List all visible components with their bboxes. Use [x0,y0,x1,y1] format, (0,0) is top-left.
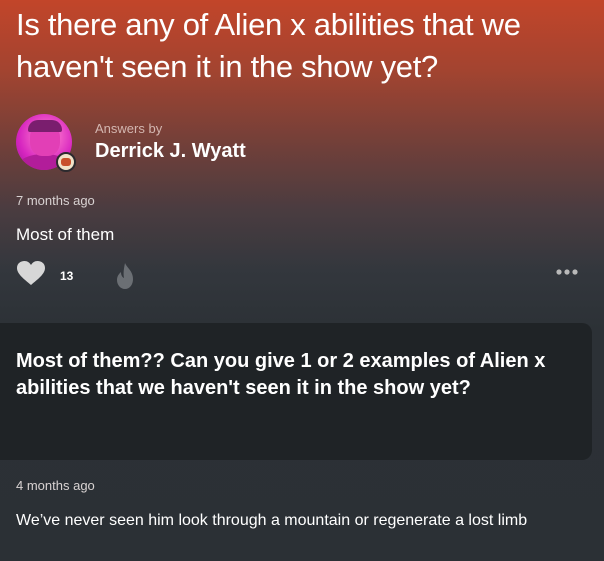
fire-icon [117,263,133,289]
answer-text: Most of them [16,225,115,244]
reply-timestamp: 4 months ago [16,478,95,493]
reply-text: We’ve never seen him look through a moun… [16,512,528,529]
verified-badge-icon [56,152,76,172]
heart-icon [17,261,45,285]
answerer-name[interactable]: Derrick J. Wyatt [95,140,246,163]
answer-timestamp: 7 months ago [16,193,95,208]
answerer-block: Answers by Derrick J. Wyatt [16,114,416,174]
avatar[interactable] [16,114,76,172]
answer-actions: 13 [16,260,578,292]
more-dots-icon [556,269,578,275]
fire-button[interactable] [114,262,136,290]
more-options-button[interactable] [554,264,584,280]
answers-by-label: Answers by [95,121,163,136]
comment-card: Most of them?? Can you give 1 or 2 examp… [0,323,592,460]
question-title: Is there any of Alien x abilities that w… [16,7,521,84]
like-count: 13 [60,269,74,283]
comment-text: Most of them?? Can you give 1 or 2 examp… [16,350,546,399]
like-button[interactable] [16,260,46,290]
